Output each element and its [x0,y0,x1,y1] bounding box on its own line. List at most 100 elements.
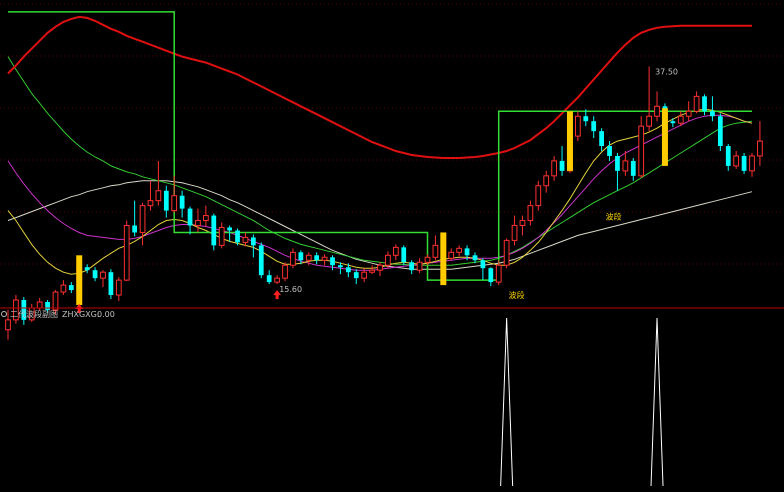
candle-body-up [139,205,146,233]
candle-body-down [591,121,597,132]
candle-body-up [392,246,399,256]
candle-body-down [45,301,50,310]
candle-body-down [235,230,240,243]
candle-body-up [527,205,534,222]
candle-body-up [685,110,692,117]
candle-body-up [5,319,11,331]
candle-body-down [353,272,359,279]
candle-body-up [202,215,209,222]
candle-body-down [480,260,486,269]
signal-label: 波段 [509,290,525,300]
candle-body-down [298,252,304,261]
candle-body-down [179,195,185,209]
indicator-value: 0.00 [97,310,115,319]
indicator-spike [650,317,664,487]
candle-body-up [757,140,763,157]
candle-body-up [551,160,558,177]
candle-body-up [282,264,288,279]
signal-bars [75,108,668,313]
candle-body-up [677,115,684,124]
ma-slow-line [7,180,753,270]
panel-settings-icon[interactable] [1,311,7,317]
candle-body-up [100,271,106,279]
candle-body-up [242,236,249,243]
candle-body-up [511,225,518,241]
candle-body-up [416,261,423,271]
candlestick-chart: 37.50 15.60 波段 波段 二代波段副图 ZHXGXG: 0.00 [0,3,784,487]
candle-body-up [638,125,645,177]
candle-body-up [448,251,455,259]
candle-body-down [741,155,747,171]
candle-body-up [321,256,328,261]
candle-body-up [574,115,581,137]
candle-body-up [369,269,375,273]
candle-body-down [163,190,169,211]
indicator-panel: 二代波段副图 ZHXGXG: 0.00 [1,309,664,487]
candle-body-up [123,225,130,281]
chart-stage: 37.50 15.60 波段 波段 二代波段副图 ZHXGXG: 0.00 [0,0,784,488]
high-price-label: 37.50 [655,68,678,77]
candle-body-down [464,248,470,256]
candle-body-down [559,160,565,171]
candle-body-down [84,267,90,271]
signal-bar [76,255,83,305]
indicator-spikes [500,317,664,487]
candle-body-down [409,262,415,271]
candle-body-up [385,254,391,266]
candle-body-up [432,244,439,258]
candle-body-up [495,264,502,283]
candle-body-down [702,96,707,112]
candle-body-up [654,105,660,117]
candle-body-down [630,160,636,176]
candle-body-down [717,116,723,147]
candle-body-up [52,291,59,311]
candle-body-up [543,175,550,187]
candle-body-up [290,251,296,266]
candle-body-down [472,255,478,261]
candle-body-up [361,271,368,279]
candle-body-up [115,279,122,296]
candle-body-up [456,247,463,253]
candle-body-up [749,155,755,172]
candle-body-down [488,268,494,283]
candle-body-down [266,275,272,283]
candle-body-down [710,111,715,117]
low-price-label: 15.60 [279,285,302,294]
price-labels: 37.50 15.60 波段 波段 [279,68,678,300]
candle-body-up [377,264,383,271]
candle-body-down [401,247,407,263]
candle-body-up [305,254,312,261]
candle-body-down [187,208,193,226]
indicator-label: ZHXGXG: [62,310,100,319]
candle-body-down [258,245,264,276]
signal-bar [661,108,668,166]
candles [5,66,763,340]
candle-body-down [227,227,232,231]
signal-bar [566,111,573,171]
candle-body-up [155,190,162,202]
candle-body-down [725,146,731,166]
candle-body-up [503,239,510,266]
indicator-title: 二代波段副图 [10,309,58,319]
candle-body-down [345,267,351,273]
candle-body-down [607,146,612,156]
candle-body-up [622,160,629,172]
candle-body-down [583,116,589,122]
candle-body-up [195,220,201,227]
candle-body-down [92,270,98,279]
candle-body-down [599,131,604,147]
signal-bar [440,232,447,286]
candle-body-up [60,284,67,293]
candle-body-down [615,155,620,171]
candle-body-down [314,255,320,261]
candle-body-up [733,155,740,167]
candle-body-down [670,121,676,124]
candle-body-down [211,215,217,246]
candle-body-down [250,237,256,246]
candle-body-up [646,115,652,127]
candle-body-down [330,257,335,266]
candle-body-down [132,225,138,233]
candle-body-up [535,185,542,207]
candle-body-up [218,226,225,246]
candle-body-down [108,272,114,296]
